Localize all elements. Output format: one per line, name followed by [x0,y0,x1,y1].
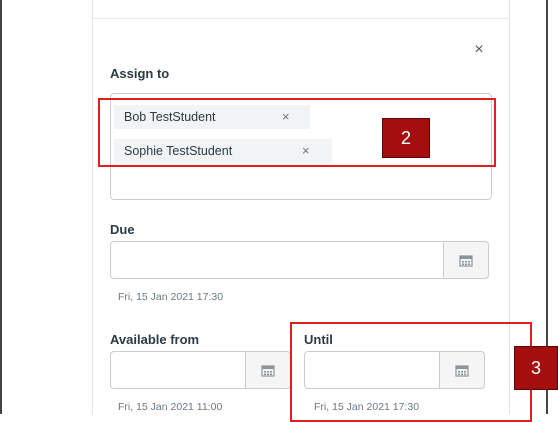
due-date-hint: Fri, 15 Jan 2021 17:30 [118,291,224,303]
calendar-icon [459,254,473,267]
outer-frame-left [0,0,2,414]
available-from-calendar-button[interactable] [245,351,291,389]
available-from-label: Available from [110,332,200,347]
annotation-badge-3: 3 [514,346,558,390]
close-icon[interactable]: × [474,41,483,58]
calendar-icon [261,364,275,377]
due-date-input[interactable] [110,241,444,279]
close-button[interactable]: × [470,40,488,60]
due-calendar-button[interactable] [443,241,489,279]
annotation-box-3 [290,322,532,422]
available-from-hint: Fri, 15 Jan 2021 11:00 [118,401,223,413]
due-label: Due [110,222,135,237]
annotation-badge-2: 2 [382,118,430,158]
panel-divider [92,18,509,19]
assign-to-label: Assign to [110,66,170,81]
annotation-box-2 [98,98,496,167]
available-from-input[interactable] [110,351,246,389]
